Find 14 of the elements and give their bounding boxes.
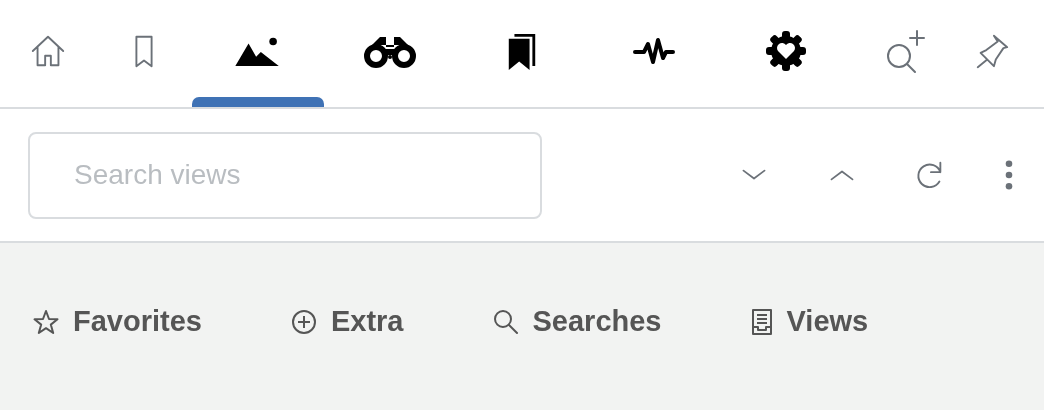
section-tab[interactable]: Favorites [32,305,202,338]
search-icon [491,307,520,336]
section-tab[interactable]: Extra [289,305,404,338]
chevron-down-button-icon[interactable] [740,168,768,182]
pulse-icon [632,35,676,66]
chevron-up-button-icon[interactable] [828,168,856,182]
gear-heart-icon [764,28,808,73]
plus-circle-icon [289,307,318,336]
star-icon [32,307,60,336]
more-button-icon[interactable] [1004,159,1014,191]
document-tray-icon [749,307,774,336]
section-tab[interactable]: Views [749,305,869,338]
search-field[interactable]: Search views [28,131,542,219]
section-tab[interactable]: Searches [491,305,662,338]
